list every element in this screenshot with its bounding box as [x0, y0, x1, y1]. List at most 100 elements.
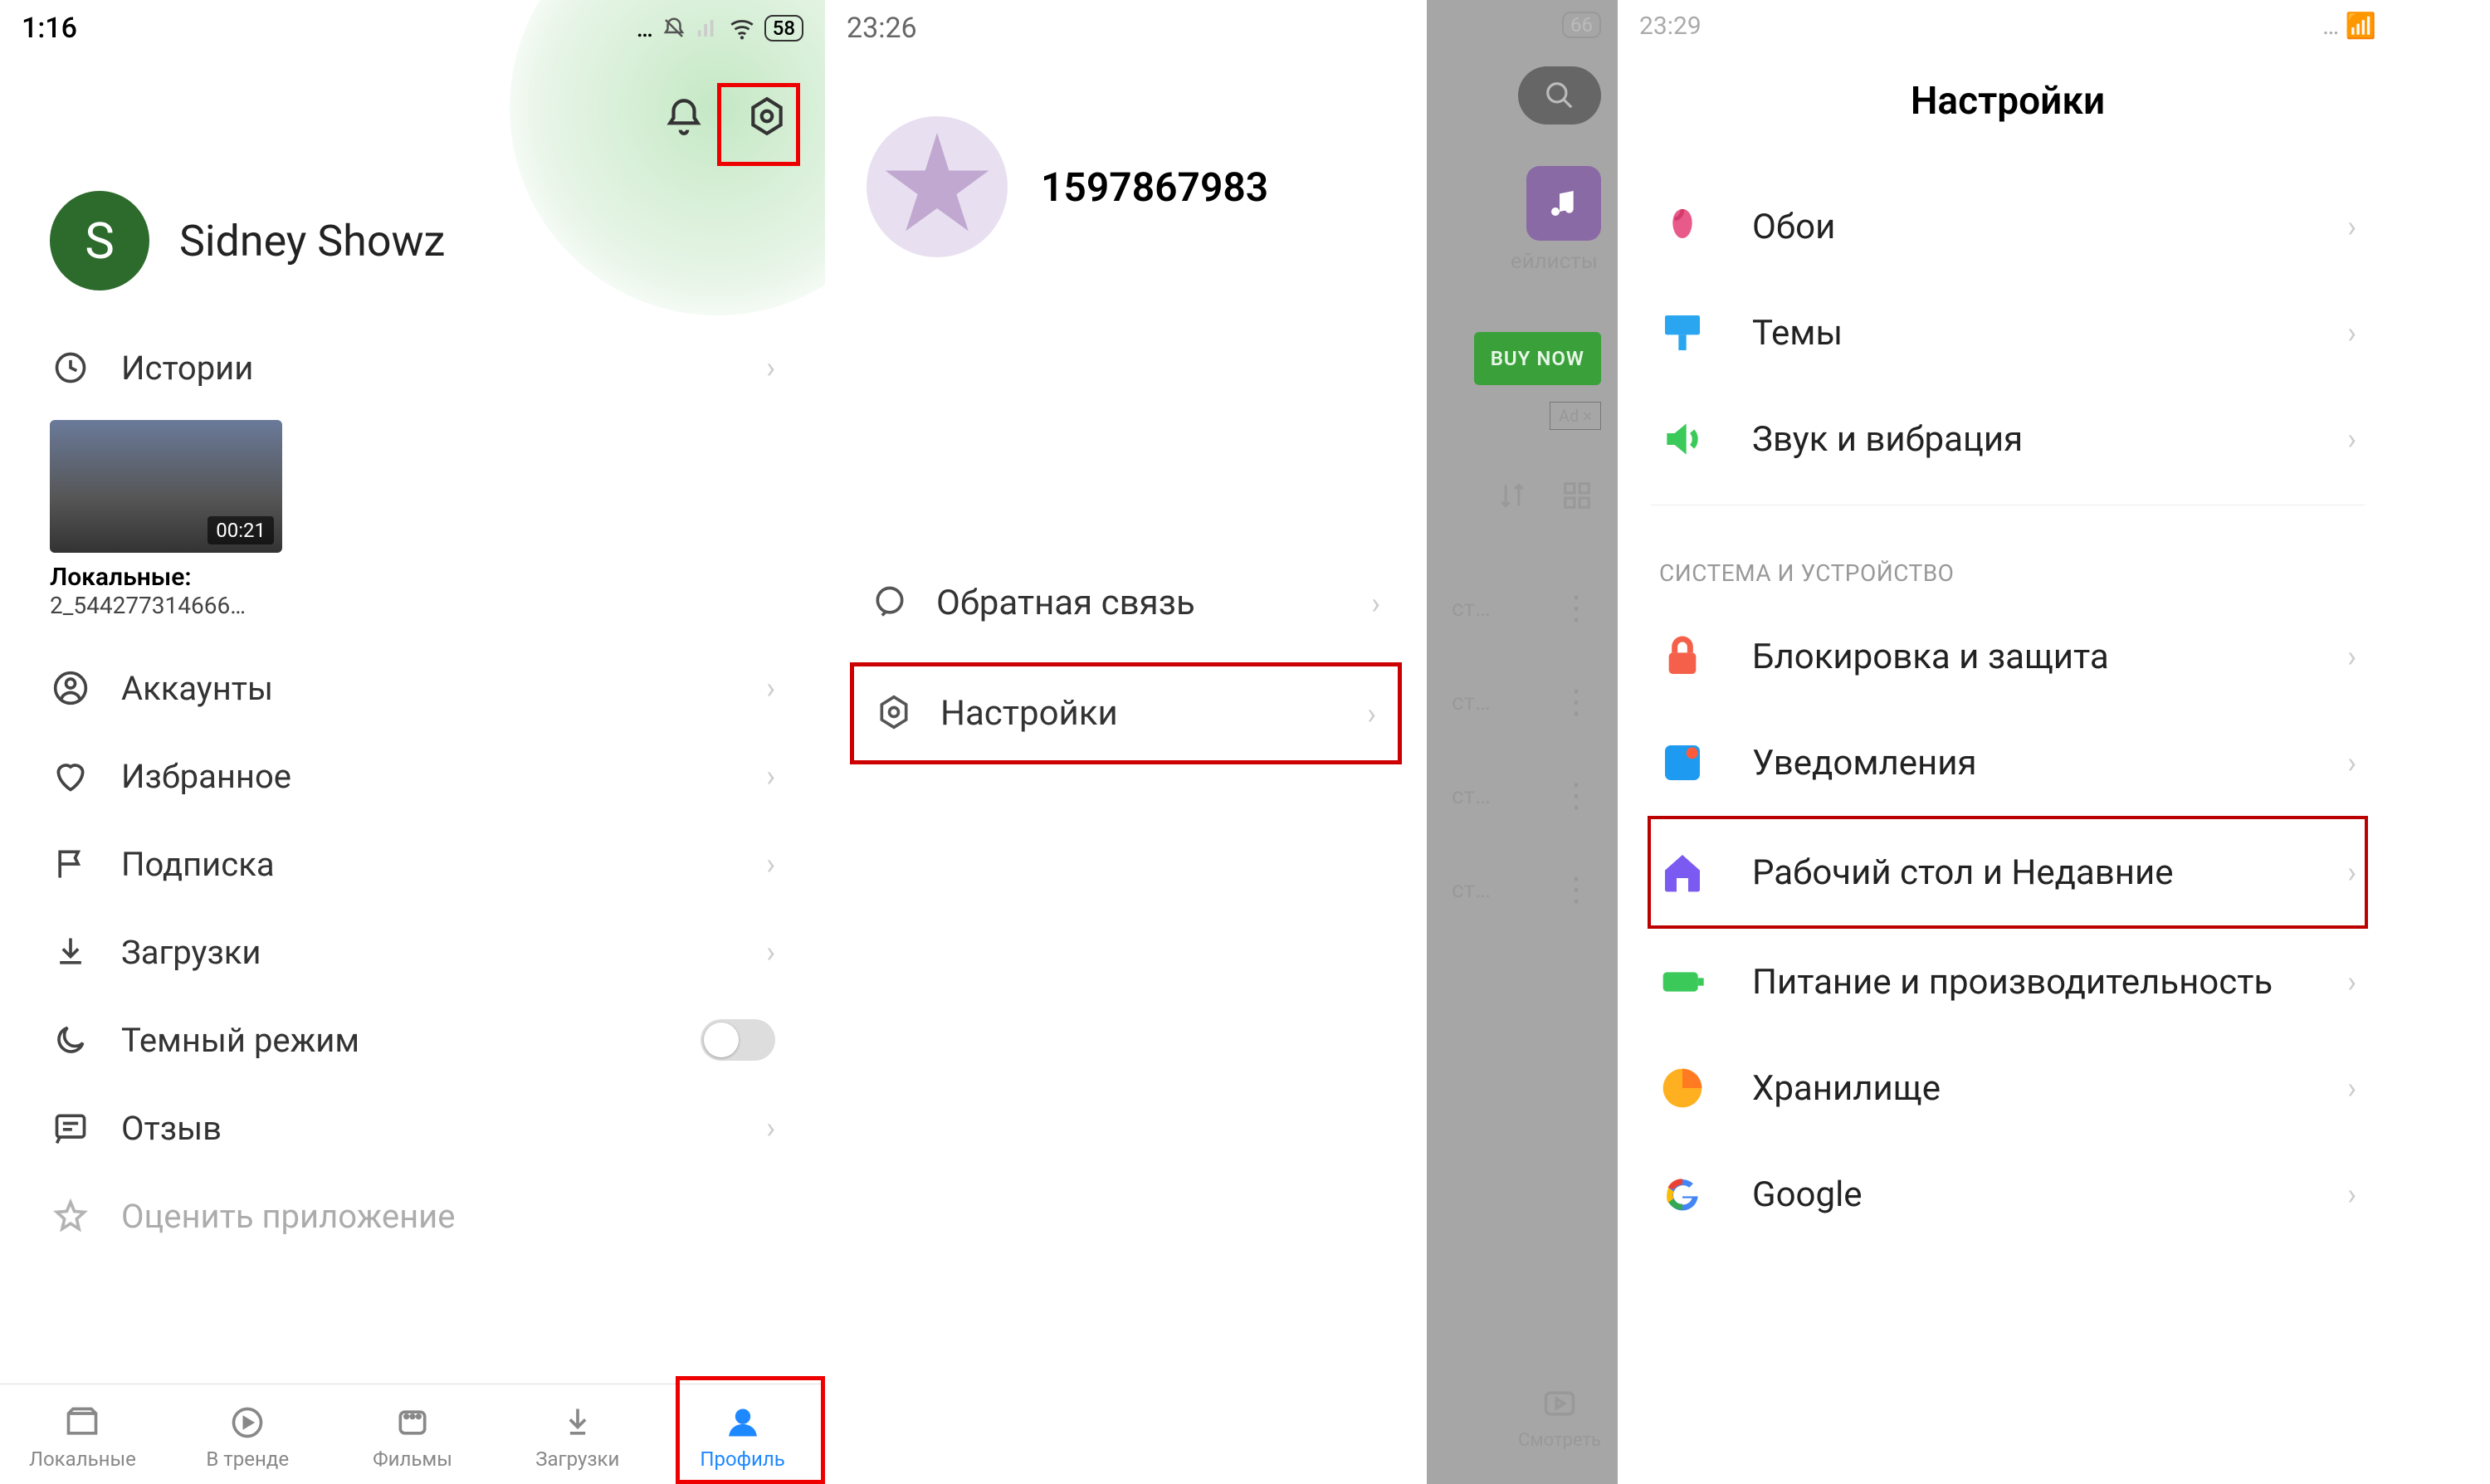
star-icon — [883, 133, 991, 241]
chat-icon — [50, 1107, 91, 1149]
user-icon — [50, 667, 91, 709]
panel-profile: 1:16 … 58 S Sidney Showz Истории › 00:21 — [0, 0, 825, 1484]
sound-icon — [1659, 416, 1706, 462]
ad-badge[interactable]: Ad × — [1550, 402, 1601, 430]
battery-indicator: 66 — [1562, 12, 1601, 38]
settings-battery[interactable]: Питание и производительность › — [1651, 929, 2365, 1035]
chevron-right-icon: › — [2347, 964, 2356, 999]
search-button[interactable] — [1518, 66, 1601, 124]
menu-favorite[interactable]: Избранное › — [25, 732, 800, 820]
user-name: Sidney Showz — [179, 216, 445, 266]
heart-icon — [50, 755, 91, 797]
darkmode-toggle[interactable] — [701, 1019, 775, 1061]
more-icon[interactable]: ⋮ — [1560, 886, 1593, 894]
more-icon[interactable]: ⋮ — [1560, 698, 1593, 706]
list-row[interactable]: ст…⋮ — [1427, 842, 1618, 936]
status-bar: 1:16 … 58 — [0, 0, 825, 50]
menu-feedback[interactable]: Отзыв › — [25, 1084, 800, 1172]
chevron-right-icon: › — [766, 1111, 775, 1145]
page-title: Настройки — [1618, 46, 2398, 173]
playlists-label: ейлисты — [1427, 249, 1618, 290]
nav-trending[interactable]: В тренде — [165, 1384, 330, 1484]
menu-rate[interactable]: Оценить приложение — [25, 1172, 800, 1260]
story-caption-1: Локальные: — [50, 563, 775, 592]
download-icon — [50, 931, 91, 973]
notifications-icon — [1659, 740, 1706, 786]
chevron-right-icon: › — [766, 671, 775, 705]
avatar — [867, 116, 1008, 257]
status-bar: 66 — [1427, 0, 1618, 50]
history-icon — [50, 347, 91, 388]
story-caption-2: 2_544277314666… — [50, 592, 775, 619]
storage-icon — [1659, 1065, 1706, 1111]
battery-icon — [1659, 959, 1706, 1005]
flag-icon — [50, 843, 91, 885]
home-icon — [1659, 849, 1706, 896]
avatar: S — [50, 191, 149, 290]
signal-icon — [695, 16, 720, 41]
menu-accounts[interactable]: Аккаунты › — [25, 644, 800, 732]
settings-notifications[interactable]: Уведомления › — [1651, 710, 2365, 816]
panel-background-dim: 66 ейлисты BUY NOW Ad × ст…⋮ ст…⋮ ст…⋮ с… — [1427, 0, 1618, 1484]
list-row[interactable]: ст…⋮ — [1427, 655, 1618, 749]
profile-row[interactable]: 1597867983 — [825, 50, 1427, 324]
themes-icon — [1659, 310, 1706, 356]
nav-watch[interactable]: Смотреть — [1518, 1385, 1601, 1451]
section-header: СИСТЕМА И УСТРОЙСТВО — [1618, 518, 2398, 603]
chevron-right-icon: › — [766, 935, 775, 969]
settings-sound[interactable]: Звук и вибрация › — [1651, 386, 2365, 492]
chevron-right-icon: › — [2347, 745, 2356, 780]
battery-indicator: 58 — [764, 15, 803, 41]
menu-subscribe[interactable]: Подписка › — [25, 820, 800, 908]
chevron-right-icon: › — [2347, 855, 2356, 890]
music-chip[interactable] — [1526, 166, 1601, 241]
more-icon[interactable]: ⋮ — [1560, 604, 1593, 613]
user-id: 1597867983 — [1041, 164, 1268, 211]
nav-movies[interactable]: Фильмы — [330, 1384, 496, 1484]
status-time: 23:29 — [1639, 12, 1702, 41]
profile-header[interactable]: S Sidney Showz — [0, 166, 825, 324]
chevron-right-icon: › — [2347, 1071, 2356, 1106]
story-preview[interactable]: 00:21 Локальные: 2_544277314666… — [0, 412, 825, 644]
highlight-profile-tab — [676, 1376, 825, 1484]
menu-settings[interactable]: Настройки › — [850, 662, 1402, 764]
story-duration: 00:21 — [208, 516, 274, 544]
lock-icon — [1659, 633, 1706, 680]
mute-icon — [662, 16, 686, 41]
settings-lock[interactable]: Блокировка и защита › — [1651, 603, 2365, 710]
list-row[interactable]: ст…⋮ — [1427, 561, 1618, 655]
notifications-button[interactable] — [659, 91, 709, 141]
grid-icon[interactable] — [1561, 480, 1593, 511]
settings-storage[interactable]: Хранилище › — [1651, 1035, 2365, 1141]
chevron-right-icon: › — [2347, 315, 2356, 350]
settings-wallpaper[interactable]: Обои › — [1651, 173, 2365, 280]
highlight-settings — [717, 83, 800, 166]
settings-themes[interactable]: Темы › — [1651, 280, 2365, 386]
status-bar: 23:29 … 📶 — [1618, 0, 2398, 46]
panel-settings-menu: 23:26 1597867983 Обратная связь › Настро… — [825, 0, 1427, 1484]
list-row[interactable]: ст…⋮ — [1427, 749, 1618, 842]
sort-icon[interactable] — [1496, 480, 1528, 511]
chevron-right-icon: › — [2347, 1177, 2356, 1212]
chevron-right-icon: › — [766, 847, 775, 881]
menu-darkmode[interactable]: Темный режим — [25, 996, 800, 1084]
menu-feedback[interactable]: Обратная связь › — [850, 556, 1402, 650]
chat-icon — [872, 583, 913, 623]
more-icon[interactable]: ⋮ — [1560, 792, 1593, 800]
nav-local[interactable]: Локальные — [0, 1384, 165, 1484]
more-icon: … — [637, 15, 653, 42]
status-bar: 23:26 — [825, 0, 1427, 50]
menu-downloads[interactable]: Загрузки › — [25, 908, 800, 996]
chevron-right-icon: › — [2347, 422, 2356, 456]
nav-downloads[interactable]: Загрузки — [495, 1384, 660, 1484]
wallpaper-icon — [1659, 203, 1706, 250]
chevron-right-icon: › — [766, 759, 775, 793]
status-time: 1:16 — [22, 12, 77, 45]
panel-system-settings: 23:29 … 📶 Настройки Обои › Темы › Звук и… — [1618, 0, 2398, 1484]
menu-history[interactable]: Истории › — [25, 324, 800, 412]
settings-google[interactable]: Google › — [1651, 1141, 2365, 1247]
buy-now-button[interactable]: BUY NOW — [1474, 332, 1601, 385]
settings-home-recents[interactable]: Рабочий стол и Недавние › — [1648, 816, 2368, 929]
wifi-icon — [728, 14, 756, 42]
status-icons: … 📶 — [2322, 12, 2376, 41]
